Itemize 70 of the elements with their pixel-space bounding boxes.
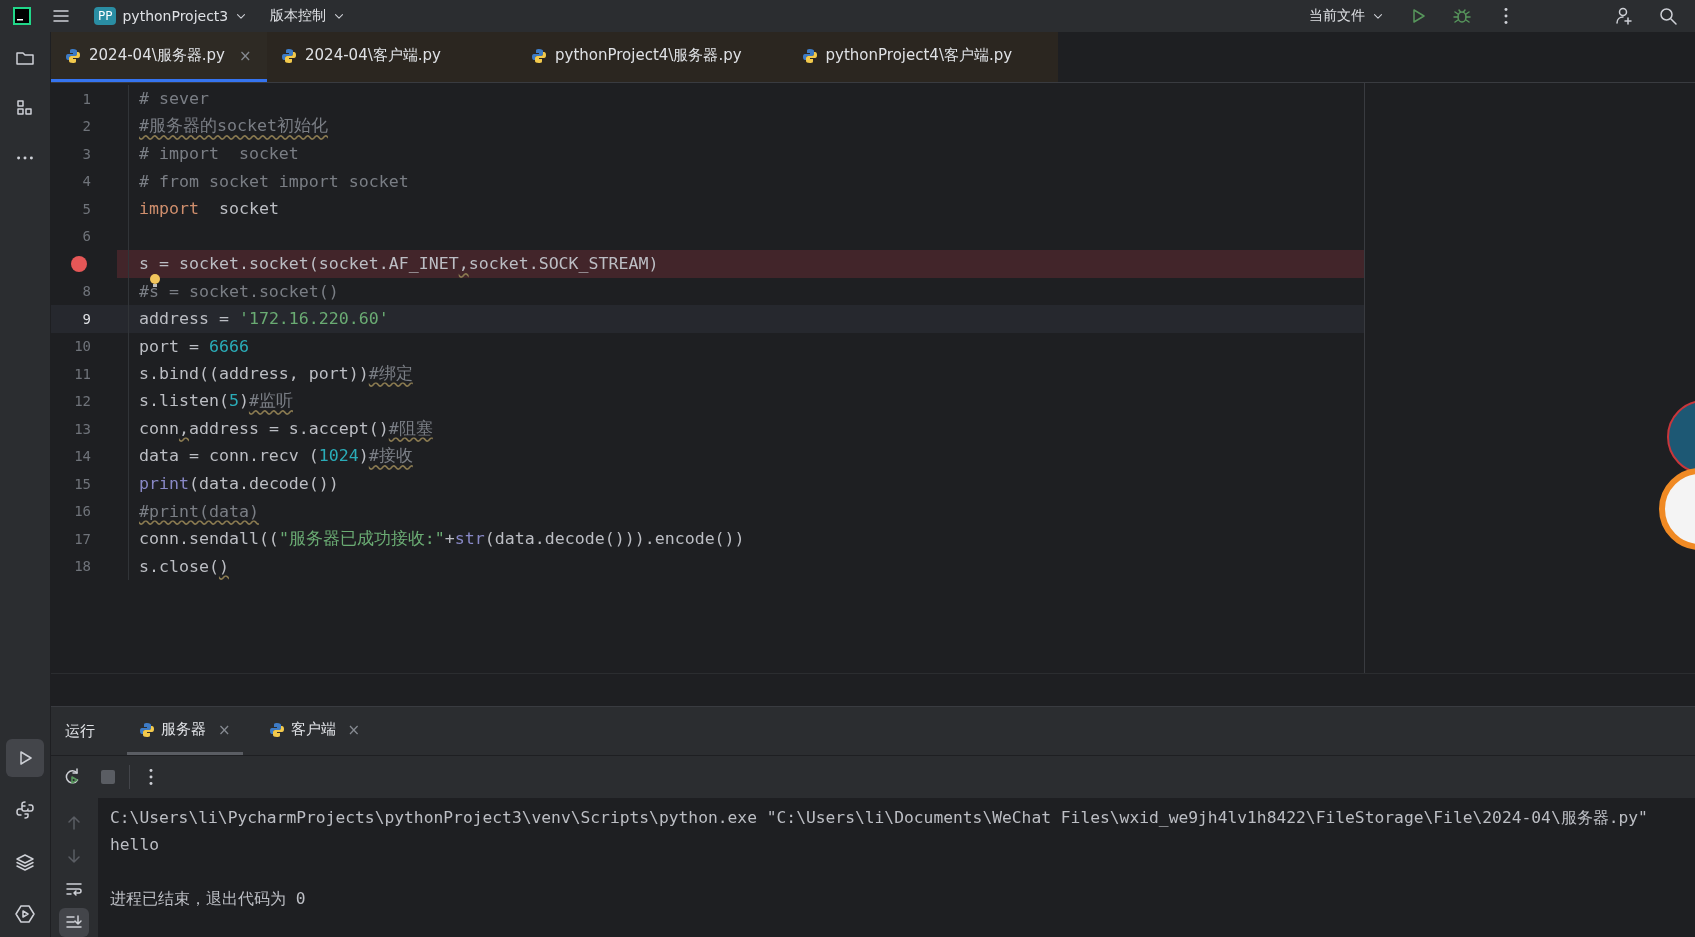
code-line: # import socket [139,144,299,164]
line-number: 2 [82,118,91,135]
bug-icon [1452,6,1472,26]
line-number: 12 [74,393,91,410]
code-line: import socket [139,199,279,219]
line-number: 3 [82,145,91,162]
editor-tab[interactable]: pythonProject4\服务器.py [517,32,788,82]
editor-tab[interactable]: pythonProject4\客户端.py [787,32,1059,82]
line-number: 5 [82,200,91,217]
code-line: s.listen(5)#监听 [139,390,293,413]
editor-tab[interactable]: 2024-04\客户端.py [267,32,517,82]
line-number: 14 [74,448,91,465]
python-file-icon [281,47,297,64]
structure-icon [15,98,35,118]
code-line: data = conn.recv (1024)#接收 [139,445,413,468]
python-file-icon [531,47,547,64]
code-line: # sever [139,89,209,109]
code-line: s.close() [139,556,229,576]
add-user-icon [1614,6,1634,26]
code-line: #服务器的socket初始化 [139,115,328,138]
line-number: 15 [74,475,91,492]
line-number: 8 [82,283,91,300]
code-line: port = 6666 [139,336,249,356]
stop-icon [100,769,116,785]
python-file-icon [801,47,818,64]
code-line: conn,address = s.accept()#阻塞 [139,417,433,440]
more-vertical-icon [1504,8,1508,24]
run-tab[interactable]: 客户端 × [256,707,373,755]
line-number: 1 [82,90,91,107]
panel-title: 运行 [65,721,95,741]
code-line: #print(data) [139,501,259,521]
console-line: hello [110,834,160,856]
line-number: 9 [82,310,91,327]
code-line: s = socket.socket(socket.AF_INET,socket.SOCK_STREAM) [139,254,659,274]
line-number: 13 [74,420,91,437]
close-icon[interactable]: × [218,720,231,739]
code-line: address = '172.16.220.60' [139,309,389,329]
python-file-icon [139,721,155,738]
more-icon [17,156,33,160]
breakpoint-icon[interactable] [71,255,87,272]
close-icon[interactable]: × [238,46,252,65]
line-number: 16 [74,503,91,520]
editor-tab[interactable]: 2024-04\服务器.py × [51,32,267,82]
vcs-menu[interactable]: 版本控制 [266,2,351,30]
python-file-icon [65,47,81,64]
close-icon[interactable]: × [347,720,361,739]
search-icon [1658,6,1678,26]
sidebar-tool-button[interactable] [6,739,44,777]
line-number: 6 [82,228,91,245]
console-line: C:\Users\li\PycharmProjects\pythonProject3\venv\Scripts\python.exe "C:\Users\li\Documents\WeChat Files\wxid_we9jh4lv1h8422\FileStorage\File\2024-04\服务器.py" [110,807,1648,829]
code-line: # from socket import socket [139,171,409,191]
line-number: 10 [74,338,91,355]
code-line: s.bind((address, port))#绑定 [139,362,413,385]
layers-icon [15,852,35,872]
run-config-selector[interactable]: 当前文件 [1305,2,1389,30]
console-tool-button[interactable] [59,907,89,937]
more-vertical-icon [149,769,153,785]
console-line: 进程已结束，退出代码为 0 [110,888,307,910]
code-line: print(data.decode()) [139,474,339,494]
line-number: 18 [74,558,91,575]
services-icon [15,904,35,924]
line-number: 4 [82,173,91,190]
python-console-icon [15,800,35,820]
line-number: 17 [74,530,91,547]
project-selector[interactable]: PP pythonProject3 [90,2,253,30]
python-file-icon [268,721,285,738]
code-line: conn.sendall(("服务器已成功接收:"+str(data.decode())).encode()) [139,527,745,550]
app-logo-icon [12,6,32,26]
line-number: 11 [74,365,91,382]
code-line: #s = socket.socket() [139,281,339,301]
